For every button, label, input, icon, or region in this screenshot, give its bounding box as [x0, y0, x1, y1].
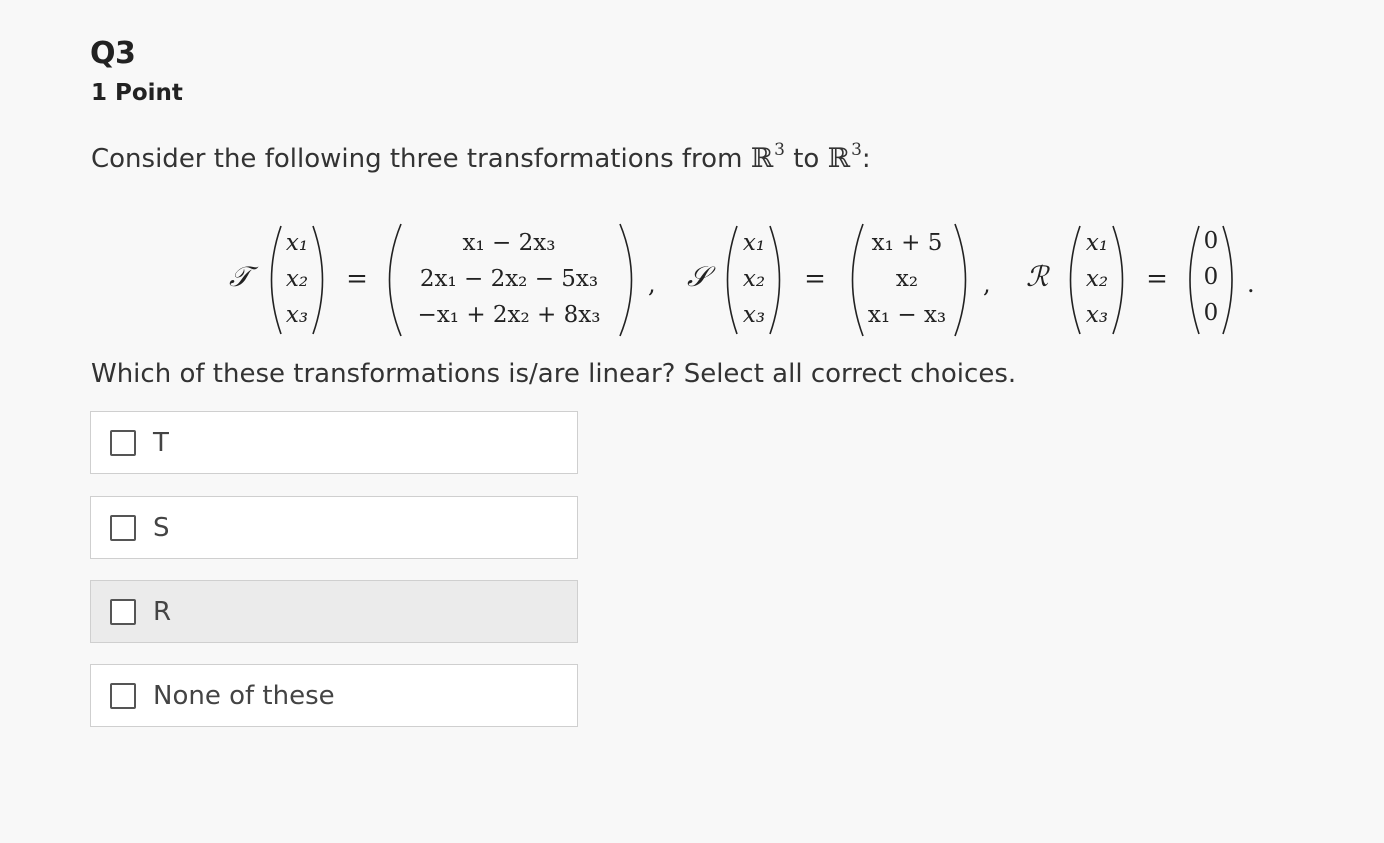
- checkbox[interactable]: [110, 598, 136, 625]
- matrix-entry: x₂: [286, 266, 308, 292]
- matrix-entry: x₃: [743, 302, 765, 328]
- matrix-entry: x₁ + 5: [872, 230, 943, 256]
- choice-label: R: [153, 596, 172, 627]
- right-paren: [1112, 225, 1124, 335]
- matrix-entry: x₂: [1086, 266, 1108, 292]
- transformation-name-s: 𝒮: [687, 260, 716, 293]
- matrix-entry: x₁: [1086, 230, 1108, 256]
- equals-sign: =: [346, 264, 368, 294]
- left-paren: [851, 223, 864, 337]
- matrix-entry: x₁: [286, 230, 308, 256]
- matrix-entry: 0: [1204, 228, 1219, 254]
- choice-label: T: [153, 427, 169, 458]
- left-paren: [270, 225, 282, 335]
- choice-label: None of these: [153, 680, 335, 711]
- matrix-entry: 0: [1204, 300, 1219, 326]
- equals-sign: =: [804, 264, 826, 294]
- matrix-entry: 0: [1204, 264, 1219, 290]
- equals-sign: =: [1146, 264, 1168, 294]
- left-paren: [1069, 225, 1081, 335]
- question-text: Which of these transformations is/are li…: [91, 359, 1017, 389]
- right-paren: [1222, 225, 1233, 335]
- separator: ,: [648, 270, 656, 298]
- left-paren: [1189, 225, 1200, 335]
- left-paren: [726, 225, 738, 335]
- matrix-entry: x₁: [743, 230, 765, 256]
- left-paren: [388, 223, 402, 337]
- right-paren: [769, 225, 781, 335]
- right-paren: [619, 223, 633, 337]
- matrix-entry: x₂: [896, 266, 918, 292]
- matrix-entry: 2x₁ − 2x₂ − 5x₃: [420, 266, 598, 292]
- checkbox[interactable]: [110, 514, 136, 541]
- checkbox[interactable]: [110, 682, 136, 709]
- right-paren: [312, 225, 324, 335]
- matrix-entry: x₃: [286, 302, 308, 328]
- matrix-entry: x₂: [743, 266, 765, 292]
- transformation-name-r: ℛ: [1026, 260, 1050, 293]
- choice-label: S: [153, 512, 170, 543]
- checkbox[interactable]: [110, 429, 136, 456]
- right-paren: [954, 223, 967, 337]
- separator: ,: [983, 270, 991, 298]
- choice-t[interactable]: T: [90, 411, 578, 474]
- choice-none-of-these[interactable]: None of these: [90, 664, 578, 727]
- choice-s[interactable]: S: [90, 496, 578, 559]
- matrix-entry: x₁ − 2x₃: [463, 230, 556, 256]
- matrix-entry: x₁ − x₃: [868, 302, 946, 328]
- choice-r[interactable]: R: [90, 580, 578, 643]
- matrix-entry: x₃: [1086, 302, 1108, 328]
- transformation-name-t: 𝒯: [229, 260, 259, 293]
- matrix-entry: −x₁ + 2x₂ + 8x₃: [418, 302, 601, 328]
- separator: .: [1247, 270, 1255, 298]
